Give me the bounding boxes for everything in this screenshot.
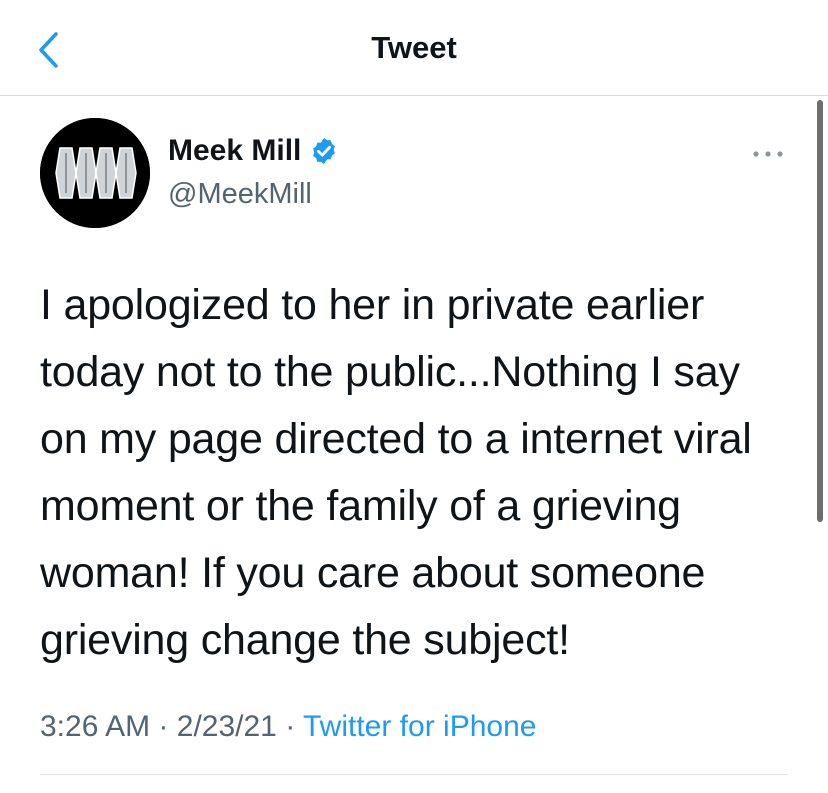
verified-badge-icon [313,137,336,165]
avatar-image [40,118,150,228]
tweet-text-line: I apologized to her in private earlier [40,281,705,329]
tweet-text-line: on my page directed to a internet viral [40,415,752,463]
avatar[interactable] [40,118,150,228]
more-options-button[interactable] [748,140,788,168]
tweet-text-line: today not to the public...Nothing I say [40,348,740,396]
meta-separator: · [285,710,296,743]
tweet-source-link[interactable]: Twitter for iPhone [303,710,536,743]
tweet-metadata: 3:26 AM · 2/23/21 · Twitter for iPhone [40,710,536,744]
tweet-time: 3:26 AM [40,710,151,743]
tweet-text-line: woman! If you care about someone [40,549,706,597]
tweet-text-line: grieving change the subject! [40,616,570,664]
ellipsis-icon [753,151,783,157]
scrollbar[interactable] [817,100,823,522]
author-handle[interactable]: @MeekMill [168,178,312,211]
author-display-name[interactable]: Meek Mill [168,134,301,168]
meta-separator: · [158,710,169,743]
divider [40,774,788,775]
page-title: Tweet [371,30,457,65]
navigation-header: Tweet [0,0,828,96]
tweet-text-line: moment or the family of a grieving [40,482,681,530]
tweet-date: 2/23/21 [176,710,277,743]
tweet-text: I apologized to her in private earlier t… [40,272,800,674]
author-name-row[interactable]: Meek Mill [168,134,339,168]
